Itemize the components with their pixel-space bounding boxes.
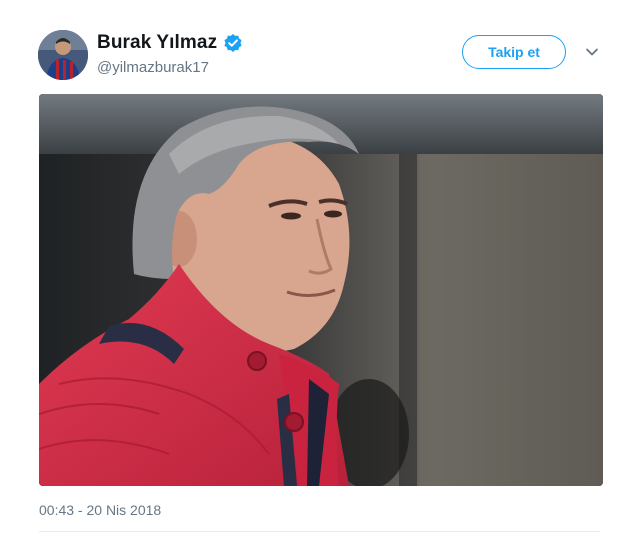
name-row: Burak Yılmaz (97, 30, 243, 56)
verified-badge-icon (223, 33, 243, 53)
tweet-photo[interactable] (39, 94, 603, 486)
avatar-image (38, 30, 88, 80)
tweet-card: Burak Yılmaz @yilmazburak17 Takip et 00:… (0, 0, 640, 536)
chevron-down-icon[interactable] (584, 44, 600, 60)
photo-image (39, 94, 603, 486)
display-name[interactable]: Burak Yılmaz (97, 32, 217, 54)
avatar[interactable] (38, 30, 88, 80)
user-handle[interactable]: @yilmazburak17 (97, 59, 243, 76)
tweet-timestamp[interactable]: 00:43 - 20 Nis 2018 (39, 502, 161, 518)
user-info: Burak Yılmaz @yilmazburak17 (97, 30, 243, 76)
follow-button[interactable]: Takip et (462, 35, 566, 69)
divider (39, 531, 600, 532)
